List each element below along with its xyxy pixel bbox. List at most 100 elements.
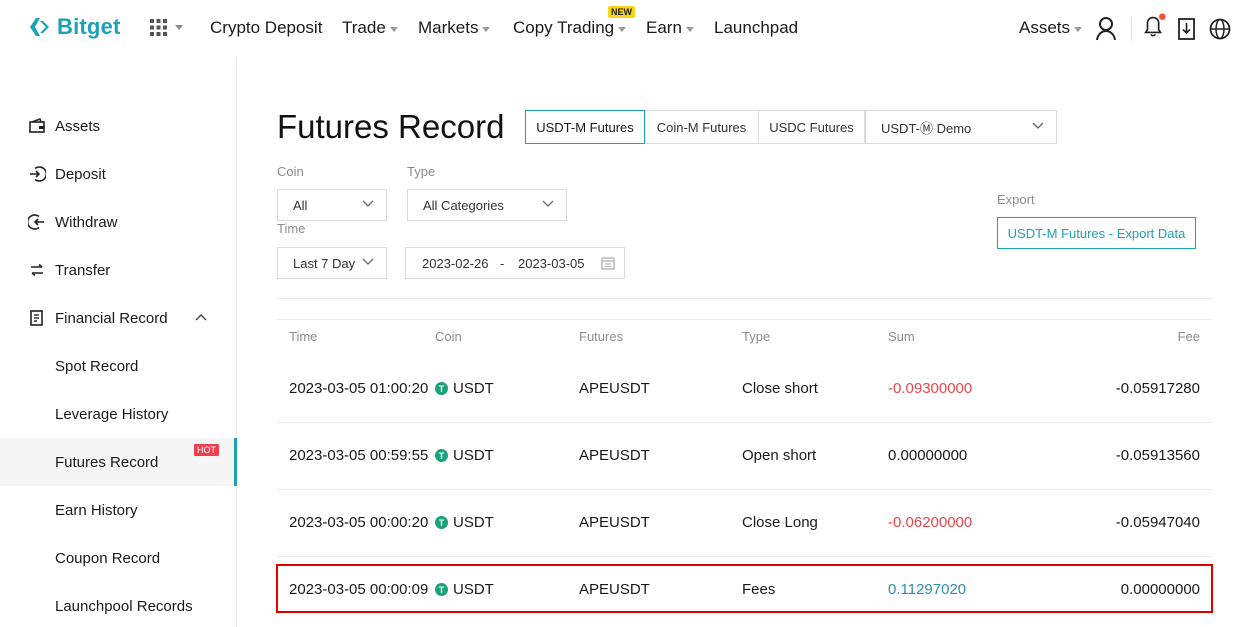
- time-select[interactable]: Last 7 Day: [277, 247, 387, 279]
- sidebar-item-label: Futures Record: [55, 453, 159, 471]
- coin-select[interactable]: All: [277, 189, 387, 221]
- top-navigation: Bitget Crypto Deposit Trade Markets Copy…: [0, 0, 1249, 58]
- cell-sum: 0.00000000: [888, 447, 968, 464]
- sidebar-item-launchpool-records[interactable]: Launchpool Records: [0, 582, 236, 627]
- caret-down-icon: [685, 26, 694, 32]
- sidebar-item-label: Leverage History: [55, 405, 169, 423]
- caret-down-icon: [175, 25, 183, 30]
- column-header-coin: Coin: [435, 329, 462, 344]
- sidebar-item-spot-record[interactable]: Spot Record: [0, 342, 236, 390]
- user-icon[interactable]: [1095, 16, 1117, 42]
- sidebar-item-label: Deposit: [55, 165, 106, 183]
- sidebar: Assets Deposit Withdraw Transfer Financi…: [0, 58, 237, 627]
- sidebar-item-coupon-record[interactable]: Coupon Record: [0, 534, 236, 582]
- column-header-type: Type: [742, 329, 771, 344]
- cell-time: 2023-03-05 01:00:20: [289, 380, 429, 397]
- sidebar-item-label: Financial Record: [55, 309, 168, 327]
- cell-sum: -0.06200000: [888, 514, 973, 531]
- column-header-sum: Sum: [888, 329, 915, 344]
- nav-label: Earn: [646, 18, 682, 37]
- cell-coin: T USDT: [435, 380, 494, 397]
- new-badge: NEW: [608, 6, 635, 18]
- export-data-button[interactable]: USDT-M Futures - Export Data: [997, 217, 1196, 249]
- chevron-down-icon: [542, 200, 554, 207]
- tether-icon: T: [435, 449, 448, 462]
- nav-crypto-deposit[interactable]: Crypto Deposit: [210, 18, 322, 38]
- nav-label: Launchpad: [714, 18, 799, 37]
- date-from[interactable]: 2023-02-26: [422, 256, 489, 271]
- chevron-down-icon: [362, 200, 374, 207]
- sidebar-item-deposit[interactable]: Deposit: [0, 150, 236, 198]
- cell-type: Close short: [742, 380, 818, 397]
- caret-down-icon: [482, 26, 491, 32]
- type-select[interactable]: All Categories: [407, 189, 567, 221]
- type-filter-label: Type: [407, 164, 436, 179]
- globe-icon[interactable]: [1208, 16, 1232, 42]
- nav-markets[interactable]: Markets: [418, 18, 491, 38]
- sidebar-item-label: Coupon Record: [55, 549, 161, 567]
- calendar-icon: [601, 257, 615, 270]
- chevron-up-icon[interactable]: [195, 313, 207, 321]
- table-row: 2023-03-05 00:00:20 T USDT APEUSDT Close …: [277, 490, 1212, 557]
- bitget-logo[interactable]: Bitget: [27, 14, 121, 40]
- cell-coin: T USDT: [435, 514, 494, 531]
- demo-select[interactable]: USDT-Ⓜ Demo: [865, 110, 1057, 144]
- sidebar-item-label: Assets: [55, 117, 101, 135]
- nav-trade[interactable]: Trade: [342, 18, 398, 38]
- cell-coin: T USDT: [435, 447, 494, 464]
- cell-sum: -0.09300000: [888, 380, 973, 397]
- sidebar-item-leverage-history[interactable]: Leverage History: [0, 390, 236, 438]
- cell-futures: APEUSDT: [579, 380, 650, 397]
- hot-badge: HOT: [194, 444, 219, 456]
- apps-menu-button[interactable]: [150, 19, 183, 36]
- date-separator: -: [500, 256, 505, 271]
- tether-icon: T: [435, 516, 448, 529]
- sidebar-item-transfer[interactable]: Transfer: [0, 246, 236, 294]
- sidebar-item-earn-history[interactable]: Earn History: [0, 486, 236, 534]
- coin-name: USDT: [453, 514, 494, 531]
- cell-type: Close Long: [742, 514, 818, 531]
- nav-copy-trading[interactable]: Copy Trading: [513, 18, 627, 38]
- sidebar-item-label: Launchpool Records: [55, 597, 193, 615]
- date-to[interactable]: 2023-03-05: [518, 256, 585, 271]
- cell-type: Open short: [742, 447, 817, 464]
- cell-fee: -0.05917280: [1115, 380, 1200, 397]
- bell-icon[interactable]: [1141, 12, 1167, 38]
- tab-coin-m-futures[interactable]: Coin-M Futures: [644, 110, 759, 144]
- transfer-icon: [31, 263, 43, 277]
- coin-name: USDT: [453, 447, 494, 464]
- sidebar-item-label: Earn History: [55, 501, 138, 519]
- export-label: Export: [997, 192, 1035, 207]
- coin-name: USDT: [453, 380, 494, 397]
- cell-time: 2023-03-05 00:00:20: [289, 514, 429, 531]
- sidebar-item-label: Transfer: [55, 261, 111, 279]
- sidebar-item-futures-record[interactable]: Futures Record HOT: [0, 438, 237, 486]
- cell-fee: -0.05947040: [1115, 514, 1200, 531]
- tab-usdt-m-futures[interactable]: USDT-M Futures: [525, 110, 645, 144]
- withdraw-icon: [28, 214, 44, 230]
- nav-earn[interactable]: Earn: [646, 18, 694, 38]
- chevron-down-icon: [1032, 122, 1044, 129]
- nav-divider: [1131, 17, 1132, 41]
- download-icon[interactable]: [1177, 16, 1197, 42]
- cell-time: 2023-03-05 00:59:55: [289, 447, 429, 464]
- column-header-time: Time: [289, 329, 318, 344]
- tether-icon: T: [435, 382, 448, 395]
- sidebar-item-withdraw[interactable]: Withdraw: [0, 198, 236, 246]
- date-range-picker[interactable]: 2023-02-26 - 2023-03-05: [405, 247, 625, 279]
- cell-futures: APEUSDT: [579, 514, 650, 531]
- column-header-futures: Futures: [579, 329, 624, 344]
- tab-usdc-futures[interactable]: USDC Futures: [758, 110, 865, 144]
- nav-assets[interactable]: Assets: [1019, 18, 1083, 38]
- sidebar-item-label: Spot Record: [55, 357, 139, 375]
- column-header-fee: Fee: [1177, 329, 1200, 344]
- sidebar-item-financial-record[interactable]: Financial Record: [0, 294, 236, 342]
- nav-label: Crypto Deposit: [210, 18, 323, 37]
- cell-futures: APEUSDT: [579, 447, 650, 464]
- sidebar-item-assets[interactable]: Assets: [0, 102, 236, 150]
- wallet-icon: [29, 118, 45, 133]
- nav-launchpad[interactable]: Launchpad: [714, 18, 798, 38]
- caret-down-icon: [389, 26, 398, 32]
- highlight-box: [276, 564, 1213, 613]
- divider: [277, 319, 1212, 320]
